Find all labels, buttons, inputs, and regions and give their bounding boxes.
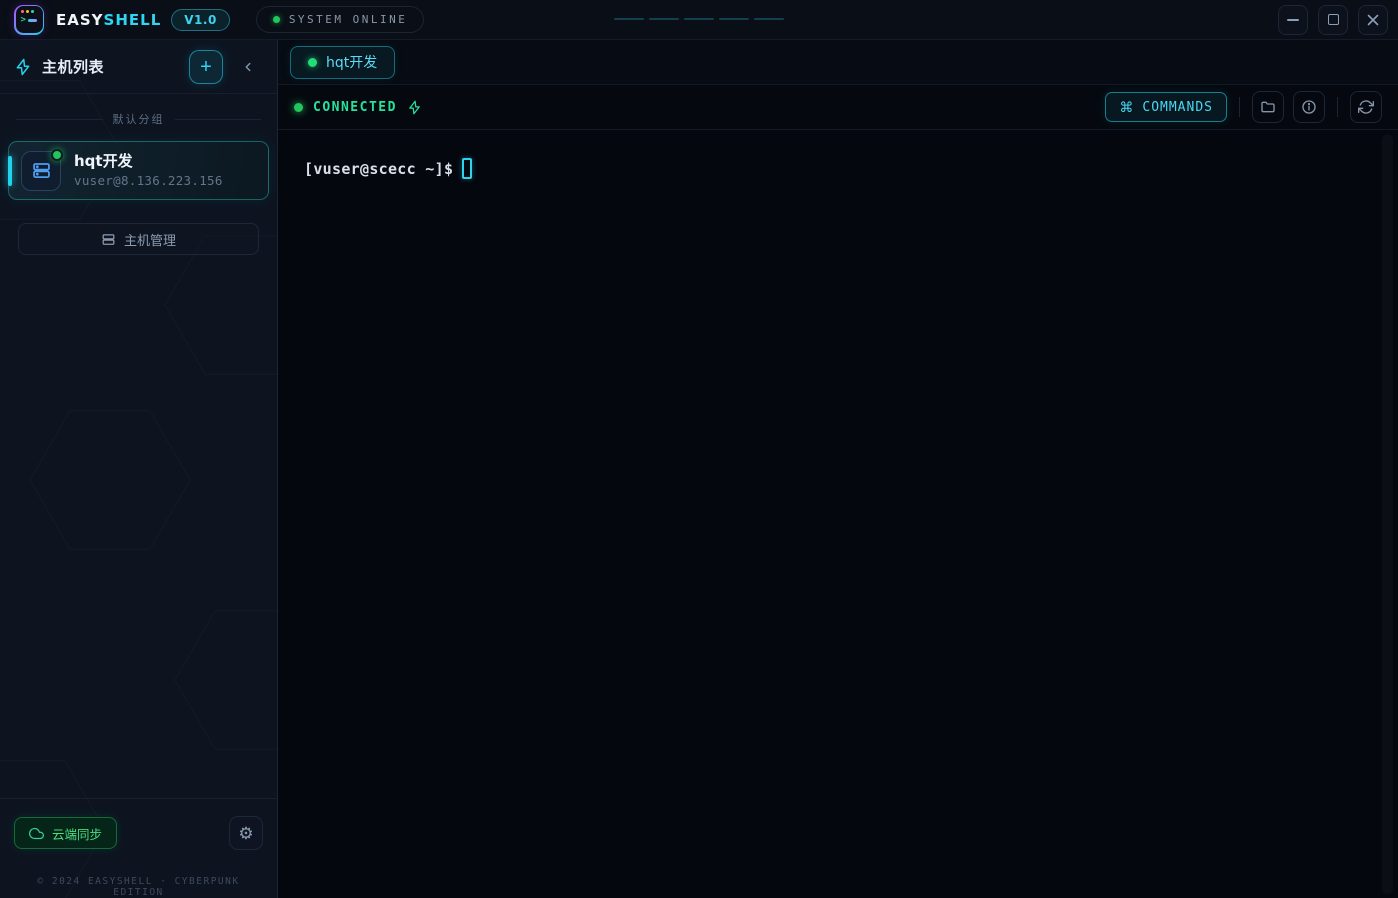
app-title: EASYSHELL <box>56 11 161 29</box>
app-title-accent: SHELL <box>104 11 162 29</box>
file-manager-button[interactable] <box>1252 91 1284 123</box>
cloud-icon <box>29 826 44 841</box>
toolbar-divider <box>1337 97 1338 117</box>
collapse-sidebar-button[interactable] <box>237 56 259 78</box>
reconnect-button[interactable] <box>1350 91 1382 123</box>
close-icon <box>1367 14 1379 26</box>
tab-session[interactable]: hqt开发 <box>290 46 395 79</box>
app-logo-terminal-icon: > <box>14 5 44 35</box>
command-icon: ⌘ <box>1119 100 1133 114</box>
server-icon <box>31 160 52 181</box>
terminal-prompt-line: [vuser@scecc ~]$ <box>304 158 1372 179</box>
gear-icon: ⚙ <box>238 825 253 842</box>
maximize-button[interactable] <box>1318 5 1348 35</box>
server-small-icon <box>101 232 116 247</box>
tab-label: hqt开发 <box>326 52 377 72</box>
bolt-icon <box>14 58 32 76</box>
refresh-icon <box>1358 99 1374 115</box>
host-manage-label: 主机管理 <box>124 230 176 249</box>
copyright-text: © 2024 EASYSHELL · CYBERPUNK EDITION <box>14 876 263 898</box>
sidebar-footer: 云端同步 ⚙ © 2024 EASYSHELL · CYBERPUNK EDIT… <box>0 798 277 898</box>
host-manage-button[interactable]: 主机管理 <box>18 223 259 255</box>
toolbar-divider <box>1239 97 1240 117</box>
group-label: 默认分组 <box>113 111 165 127</box>
titlebar-decorative-dashes <box>614 18 784 20</box>
close-button[interactable] <box>1358 5 1388 35</box>
plus-icon: + <box>200 57 212 77</box>
system-status-label: SYSTEM ONLINE <box>289 13 408 26</box>
chevron-left-icon <box>241 60 255 74</box>
sidebar-header: 主机列表 + <box>0 40 277 94</box>
connected-status-label: CONNECTED <box>313 100 397 115</box>
host-address: vuser@8.136.223.156 <box>74 173 223 188</box>
tab-bar: hqt开发 <box>278 40 1398 85</box>
version-badge: V1.0 <box>171 9 230 31</box>
connection-status: CONNECTED <box>294 100 422 115</box>
shell-prompt: [vuser@scecc ~]$ <box>304 160 453 178</box>
add-host-button[interactable]: + <box>189 50 223 84</box>
folder-icon <box>1260 99 1276 115</box>
titlebar-drag-region[interactable]: > EASYSHELL V1.0 SYSTEM ONLINE <box>0 0 1398 40</box>
connection-status-bar: CONNECTED ⌘ COMMANDS <box>278 85 1398 130</box>
main-area: hqt开发 CONNECTED ⌘ COMMANDS <box>278 40 1398 898</box>
online-status-dot <box>273 16 280 23</box>
tab-connected-dot <box>308 58 317 67</box>
cloud-sync-button[interactable]: 云端同步 <box>14 817 117 849</box>
host-online-dot <box>51 149 63 161</box>
terminal-viewport[interactable]: [vuser@scecc ~]$ <box>278 130 1398 898</box>
sidebar-title: 主机列表 <box>42 56 104 77</box>
app-title-primary: EASY <box>56 11 104 29</box>
cloud-sync-label: 云端同步 <box>52 824 102 843</box>
group-divider: 默认分组 <box>0 111 277 127</box>
sidebar: 主机列表 + 默认分组 <box>0 40 278 898</box>
terminal-scrollbar[interactable] <box>1382 134 1393 894</box>
prompt-icon: > <box>21 16 37 25</box>
bolt-small-icon <box>407 100 422 115</box>
active-indicator-bar <box>8 156 12 186</box>
session-info-button[interactable] <box>1293 91 1325 123</box>
commands-button[interactable]: ⌘ COMMANDS <box>1105 92 1227 122</box>
minimize-button[interactable] <box>1278 5 1308 35</box>
maximize-icon <box>1328 14 1339 25</box>
info-icon <box>1301 99 1317 115</box>
host-list-item[interactable]: hqt开发 vuser@8.136.223.156 <box>8 141 269 200</box>
host-name: hqt开发 <box>74 153 223 170</box>
server-icon-box <box>21 151 61 191</box>
terminal-icon: > <box>16 6 43 33</box>
system-status-pill: SYSTEM ONLINE <box>256 6 425 33</box>
connected-status-dot <box>294 103 303 112</box>
app-window: > EASYSHELL V1.0 SYSTEM ONLINE <box>0 0 1398 898</box>
settings-button[interactable]: ⚙ <box>229 816 263 850</box>
terminal-cursor <box>462 158 472 179</box>
traffic-dots-icon <box>21 10 34 13</box>
commands-label: COMMANDS <box>1142 100 1213 115</box>
minimize-icon <box>1287 19 1299 21</box>
